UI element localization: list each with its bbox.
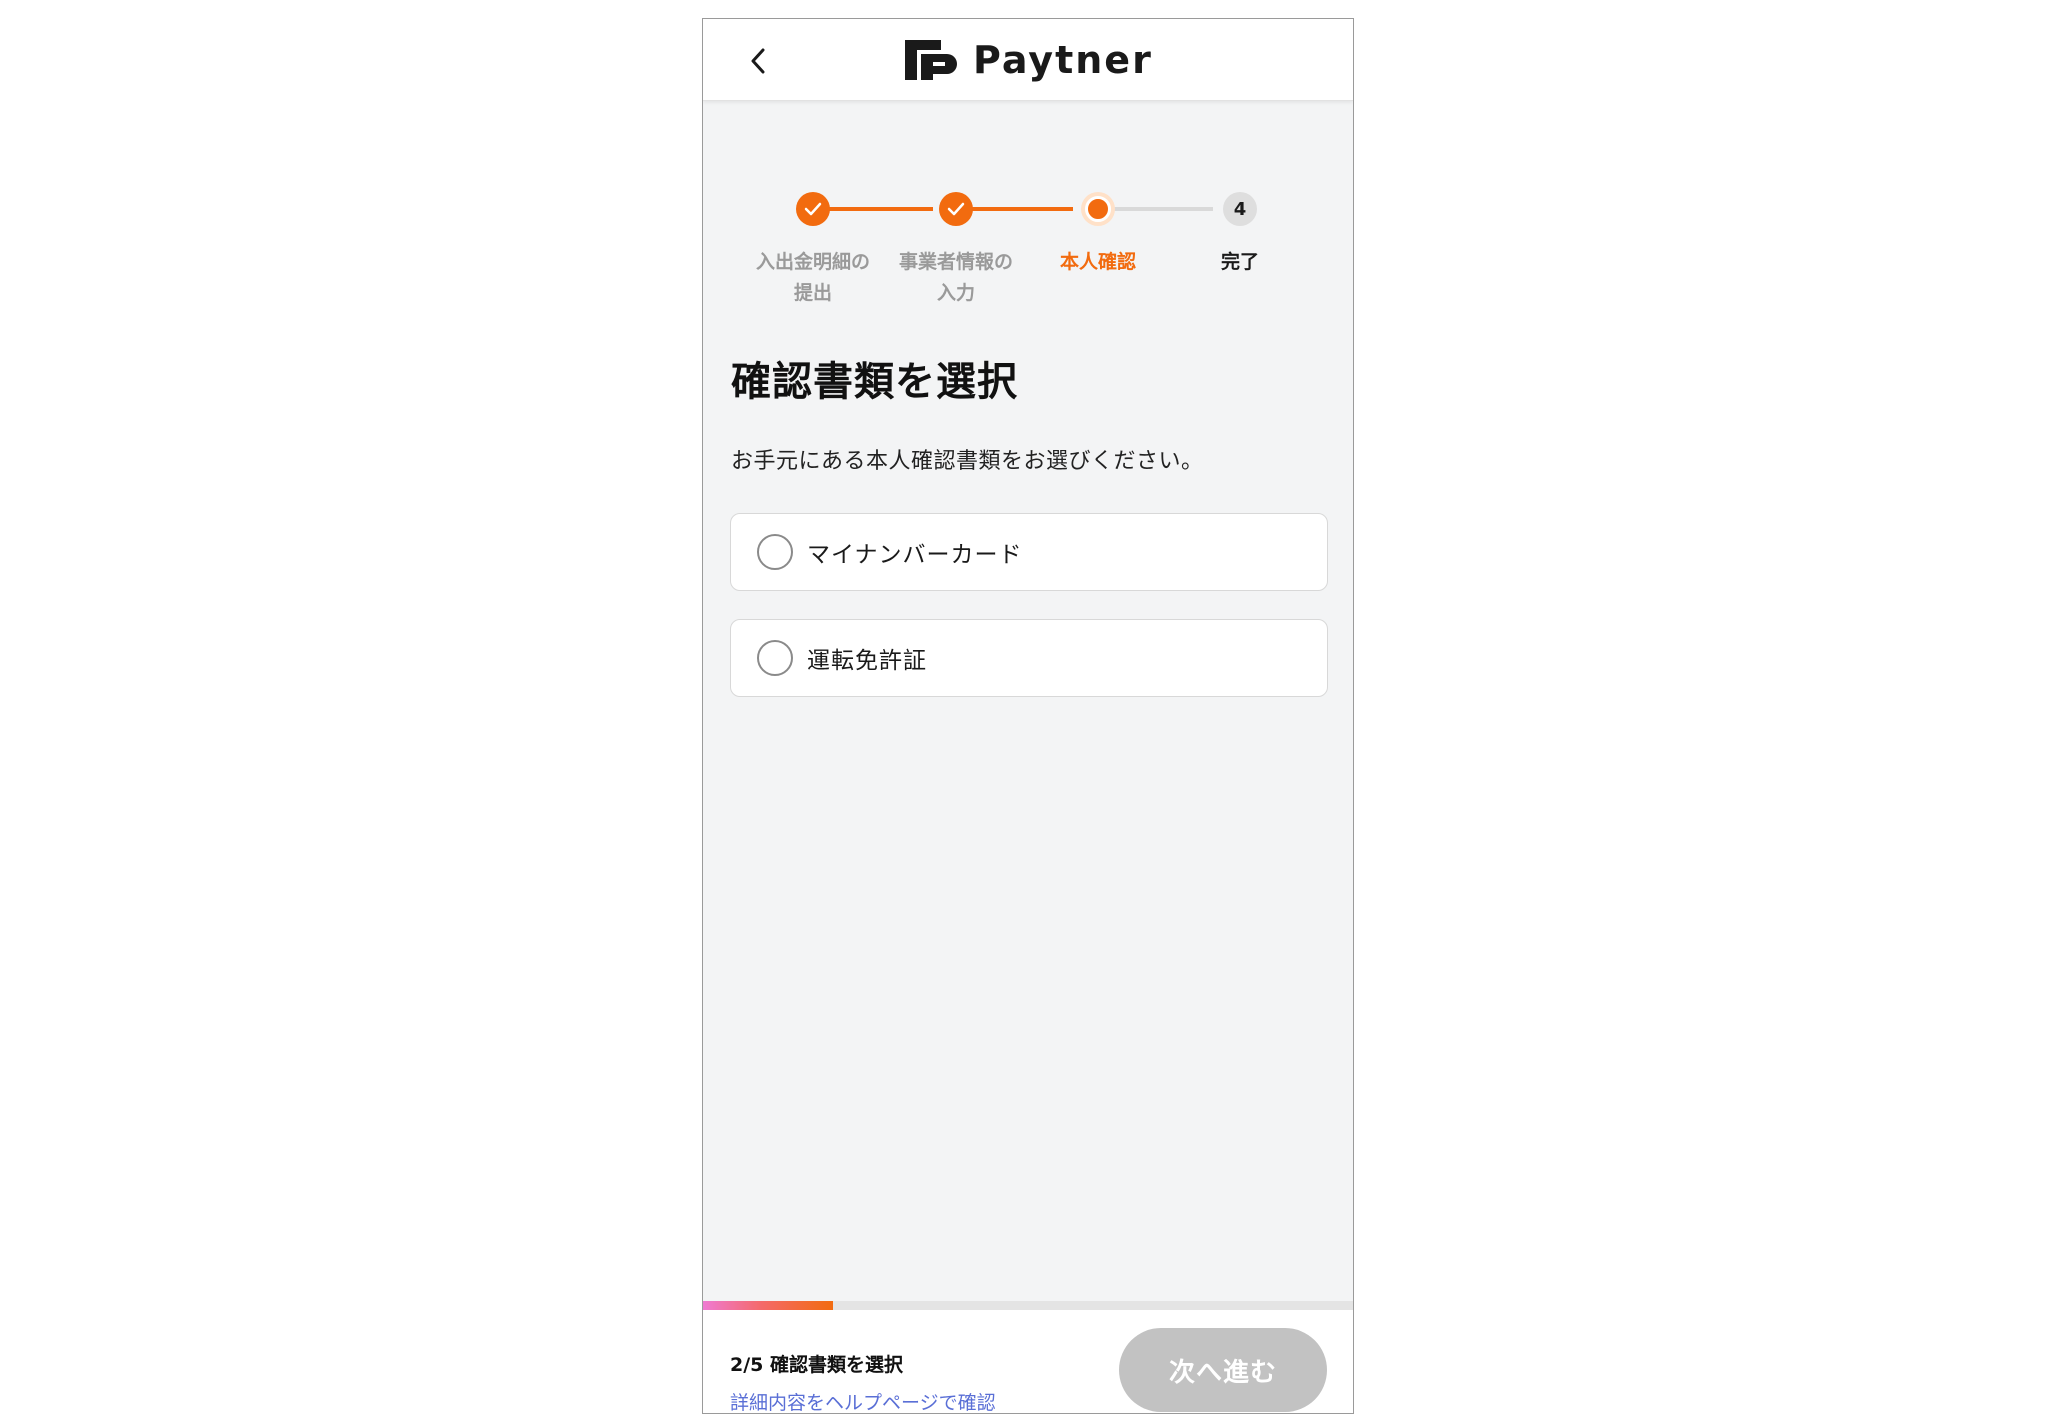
progress-fill bbox=[703, 1301, 833, 1310]
step-1-check-icon bbox=[796, 192, 830, 226]
logo-text: Paytner bbox=[973, 38, 1153, 82]
phone-screen: Paytner 4 入出金明細の 提出 事業者情報の 入力 本人確認 完了 確認… bbox=[702, 18, 1354, 1414]
option-label: 運転免許証 bbox=[807, 648, 927, 674]
option-my-number-card[interactable]: マイナンバーカード bbox=[730, 513, 1328, 591]
paytner-logo: Paytner bbox=[903, 35, 1153, 85]
step-4-label: 完了 bbox=[1220, 251, 1259, 273]
progress-bar bbox=[703, 1301, 1353, 1310]
app-header: Paytner bbox=[703, 19, 1353, 101]
help-page-link[interactable]: 詳細内容をヘルプページで確認 bbox=[730, 1388, 996, 1413]
radio-button[interactable] bbox=[757, 640, 793, 676]
page-description: お手元にある本人確認書類をお選びください。 bbox=[731, 449, 1204, 474]
option-label: マイナンバーカード bbox=[807, 542, 1023, 568]
step-line-done-1 bbox=[823, 207, 933, 211]
step-2-check-icon bbox=[939, 192, 973, 226]
radio-button[interactable] bbox=[757, 534, 793, 570]
step-1-label: 入出金明細の 提出 bbox=[755, 251, 870, 304]
step-4-number: 4 bbox=[1223, 192, 1257, 226]
step-2-label: 事業者情報の 入力 bbox=[898, 251, 1013, 304]
step-3-label: 本人確認 bbox=[1059, 251, 1136, 273]
page-title: 確認書類を選択 bbox=[731, 359, 1018, 405]
back-button[interactable] bbox=[739, 41, 779, 81]
step-3-current-dot bbox=[1081, 192, 1115, 226]
footer-bar: 2/5 確認書類を選択 詳細内容をヘルプページで確認 次へ進む bbox=[703, 1310, 1353, 1413]
chevron-left-icon bbox=[751, 48, 765, 74]
option-drivers-license[interactable]: 運転免許証 bbox=[730, 619, 1328, 697]
step-indicator: 4 入出金明細の 提出 事業者情報の 入力 本人確認 完了 bbox=[703, 169, 1353, 309]
footer-step-text: 2/5 確認書類を選択 bbox=[730, 1354, 903, 1376]
next-button[interactable]: 次へ進む bbox=[1119, 1328, 1327, 1412]
paytner-logo-mark bbox=[905, 40, 957, 80]
